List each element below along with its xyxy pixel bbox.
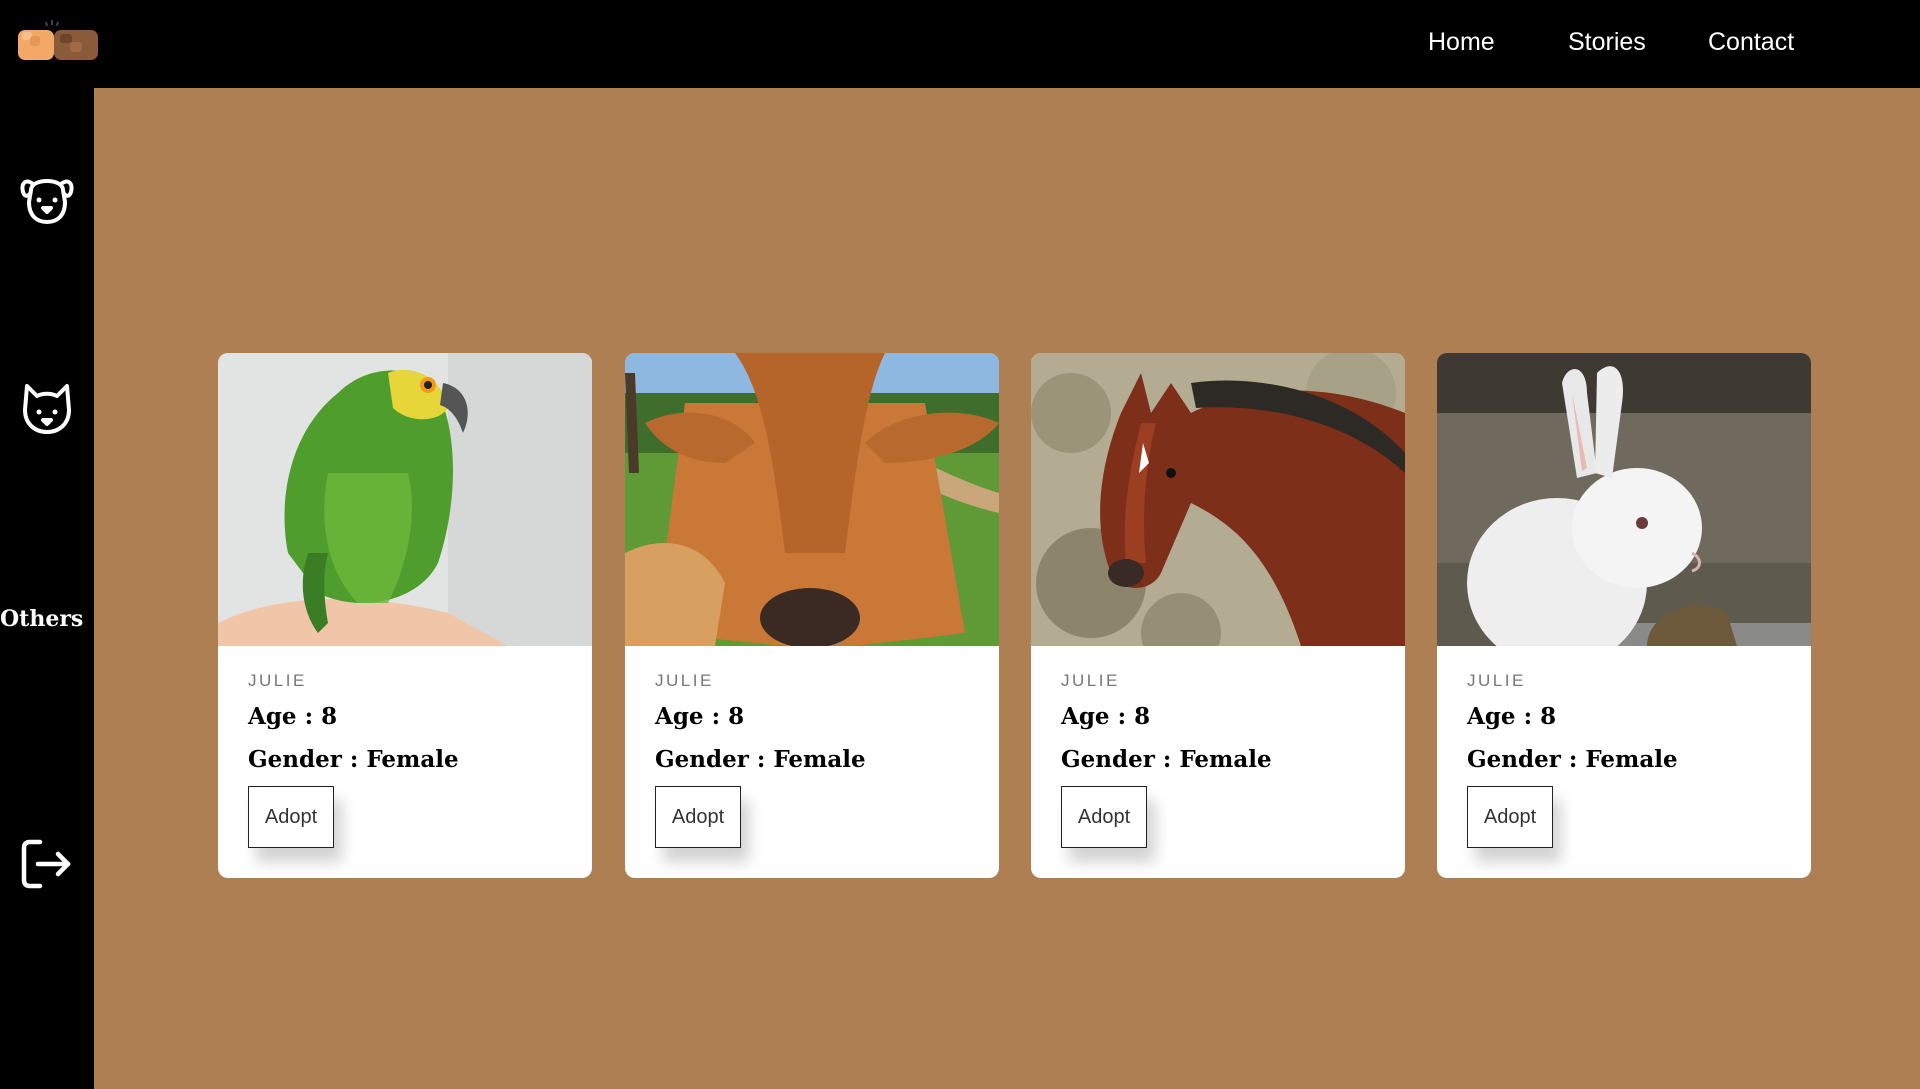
fist-bump-logo[interactable]	[16, 18, 100, 64]
pet-gender: Gender : Female	[1467, 746, 1678, 773]
logout-button[interactable]	[0, 834, 94, 894]
adopt-button[interactable]: Adopt	[1467, 786, 1553, 848]
sidebar-others-label: Others	[0, 606, 84, 632]
adopt-button[interactable]: Adopt	[248, 786, 334, 848]
nav-stories-link[interactable]: Stories	[1568, 28, 1646, 57]
top-nav-bar: Home Stories Contact	[0, 0, 1920, 88]
pet-name: JULIE	[248, 671, 307, 690]
calf-photo	[625, 353, 999, 646]
pet-gender: Gender : Female	[655, 746, 866, 773]
adopt-button[interactable]: Adopt	[655, 786, 741, 848]
pet-name: JULIE	[655, 671, 714, 690]
sidebar-item-cats[interactable]	[0, 378, 94, 438]
pet-card: JULIE Age : 8 Gender : Female Adopt	[1437, 353, 1811, 878]
pet-card: JULIE Age : 8 Gender : Female Adopt	[625, 353, 999, 878]
sidebar-item-dogs[interactable]	[0, 168, 94, 228]
sidebar: Others	[0, 88, 94, 1089]
nav-home-link[interactable]: Home	[1428, 28, 1495, 57]
sidebar-item-others[interactable]: Others	[0, 602, 94, 636]
horse-photo	[1031, 353, 1405, 646]
pet-age: Age : 8	[655, 703, 745, 730]
logout-icon	[21, 839, 71, 889]
adopt-button[interactable]: Adopt	[1061, 786, 1147, 848]
pet-card: JULIE Age : 8 Gender : Female Adopt	[1031, 353, 1405, 878]
pet-age: Age : 8	[1467, 703, 1557, 730]
nav-contact-link[interactable]: Contact	[1708, 28, 1794, 57]
pet-gender: Gender : Female	[1061, 746, 1272, 773]
pet-age: Age : 8	[1061, 703, 1151, 730]
pet-card: JULIE Age : 8 Gender : Female Adopt	[218, 353, 592, 878]
pet-name: JULIE	[1061, 671, 1120, 690]
pet-gender: Gender : Female	[248, 746, 459, 773]
pet-name: JULIE	[1467, 671, 1526, 690]
dog-face-icon	[20, 179, 74, 224]
pet-age: Age : 8	[248, 703, 338, 730]
cat-face-icon	[23, 384, 71, 434]
rabbit-photo	[1437, 353, 1811, 646]
parrot-photo	[218, 353, 592, 646]
